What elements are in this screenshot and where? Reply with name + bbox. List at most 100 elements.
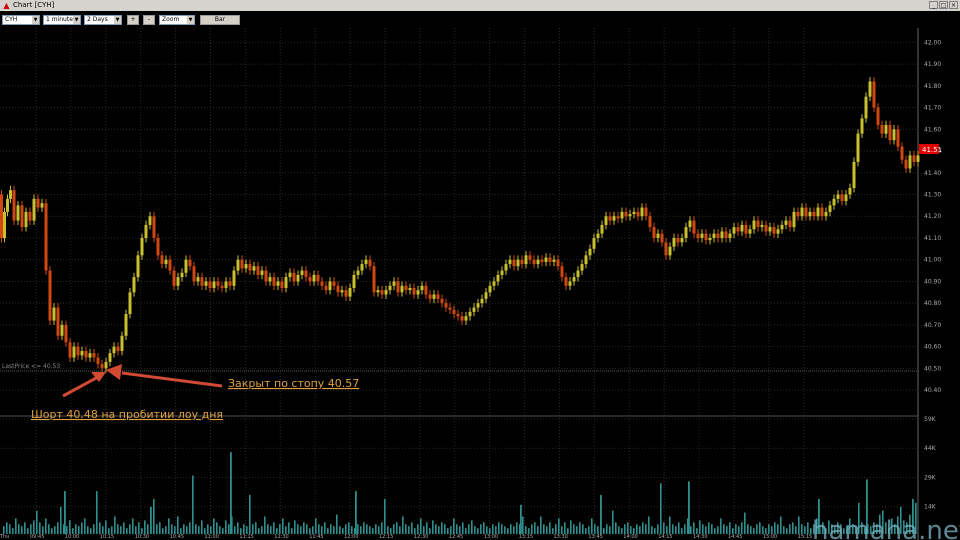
volume-bar bbox=[183, 524, 185, 534]
candle-body bbox=[416, 290, 420, 295]
candle-body bbox=[84, 351, 88, 358]
zoom-out-button[interactable]: - bbox=[143, 15, 155, 25]
time-tick-label: 14:15 bbox=[658, 534, 672, 540]
candle-body bbox=[212, 281, 216, 288]
volume-bar bbox=[291, 528, 293, 534]
candle-body bbox=[856, 133, 860, 162]
price-tick-label: 40.50 bbox=[924, 365, 941, 372]
candle-body bbox=[692, 220, 696, 234]
volume-bar bbox=[36, 510, 38, 534]
volume-bar bbox=[546, 526, 548, 534]
candle-body bbox=[672, 237, 676, 247]
maximize-button[interactable]: □ bbox=[939, 1, 948, 9]
candle-body bbox=[164, 259, 168, 265]
candle-body bbox=[408, 287, 412, 291]
price-tick-label: 41.90 bbox=[924, 61, 941, 68]
candle-body bbox=[816, 207, 820, 217]
close-button[interactable]: × bbox=[949, 1, 958, 9]
volume-bar bbox=[150, 506, 152, 534]
candle-body bbox=[760, 224, 764, 228]
volume-tick-label: 14K bbox=[924, 504, 937, 511]
volume-bar bbox=[9, 524, 11, 534]
candle-body bbox=[340, 290, 344, 293]
candle-body bbox=[520, 259, 524, 265]
candle-body bbox=[516, 259, 520, 267]
volume-bar bbox=[807, 522, 809, 534]
candle-body bbox=[900, 146, 904, 160]
candle-body bbox=[588, 248, 592, 256]
volume-bar bbox=[12, 528, 14, 534]
candle-body bbox=[540, 259, 544, 262]
volume-bar bbox=[534, 522, 536, 534]
volume-bar bbox=[3, 526, 5, 534]
candle-body bbox=[348, 287, 352, 297]
candle-body bbox=[824, 211, 828, 217]
chevron-down-icon: ▼ bbox=[73, 16, 80, 24]
volume-bar bbox=[804, 526, 806, 534]
candle-body bbox=[9, 190, 12, 199]
volume-bar bbox=[729, 522, 731, 534]
volume-bar bbox=[117, 524, 119, 534]
volume-bar bbox=[15, 518, 17, 534]
volume-bar bbox=[468, 524, 470, 534]
candle-body bbox=[256, 266, 260, 275]
candle-body bbox=[756, 220, 760, 228]
candle-body bbox=[548, 257, 552, 262]
candle-body bbox=[352, 274, 356, 288]
bar-type-button[interactable]: Bar bbox=[200, 15, 240, 25]
candle-body bbox=[780, 224, 784, 230]
candle-body bbox=[488, 285, 492, 293]
candle-body bbox=[808, 211, 812, 217]
symbol-select[interactable]: CYH ▼ bbox=[2, 15, 40, 25]
time-tick-label: 11:30 bbox=[274, 534, 288, 540]
candle-body bbox=[912, 155, 916, 162]
volume-bar bbox=[783, 526, 785, 534]
volume-bar bbox=[498, 522, 500, 534]
volume-bar bbox=[714, 528, 716, 534]
volume-bar bbox=[162, 528, 164, 534]
period-select[interactable]: 2 Days ▼ bbox=[84, 15, 122, 25]
volume-bar bbox=[396, 522, 398, 534]
candle-body bbox=[64, 324, 68, 343]
volume-bar bbox=[230, 452, 232, 534]
volume-bar bbox=[573, 524, 575, 534]
volume-bar bbox=[480, 524, 482, 534]
candle-body bbox=[160, 255, 164, 265]
candle-body bbox=[148, 216, 152, 225]
volume-bar bbox=[120, 526, 122, 534]
volume-bar bbox=[45, 518, 47, 534]
volume-bar bbox=[684, 524, 686, 534]
candle-body bbox=[324, 285, 328, 291]
minimize-button[interactable]: _ bbox=[929, 1, 938, 9]
candle-body bbox=[620, 211, 624, 219]
candle-body bbox=[396, 281, 400, 293]
candle-body bbox=[260, 270, 264, 275]
volume-bar bbox=[795, 526, 797, 534]
interval-select[interactable]: 1 minute ▼ bbox=[43, 15, 81, 25]
time-tick-label: 11:00 bbox=[205, 534, 219, 540]
candle-body bbox=[12, 190, 16, 221]
volume-bar bbox=[726, 526, 728, 534]
volume-bar bbox=[174, 526, 176, 534]
interval-value: 1 minute bbox=[46, 16, 73, 23]
candle-body bbox=[204, 281, 208, 286]
candle-body bbox=[168, 259, 172, 271]
zoom-select[interactable]: Zoom ▼ bbox=[159, 15, 195, 25]
candle-body bbox=[500, 270, 504, 275]
zoom-in-button[interactable]: + bbox=[127, 15, 139, 25]
volume-bar bbox=[537, 526, 539, 534]
candle-body bbox=[268, 277, 272, 282]
volume-bar bbox=[642, 522, 644, 534]
volume-bar bbox=[87, 526, 89, 534]
volume-bar bbox=[246, 526, 248, 534]
volume-bar bbox=[402, 516, 404, 534]
volume-bar bbox=[288, 522, 290, 534]
volume-bar bbox=[195, 524, 197, 534]
volume-bar bbox=[792, 522, 794, 534]
candle-body bbox=[508, 259, 512, 265]
candle-body bbox=[676, 237, 680, 243]
candle-body bbox=[380, 290, 384, 295]
volume-bar bbox=[741, 522, 743, 534]
volume-bar bbox=[486, 526, 488, 534]
price-chart[interactable]: 42.0041.9041.8041.7041.6041.5041.4041.30… bbox=[0, 28, 960, 540]
